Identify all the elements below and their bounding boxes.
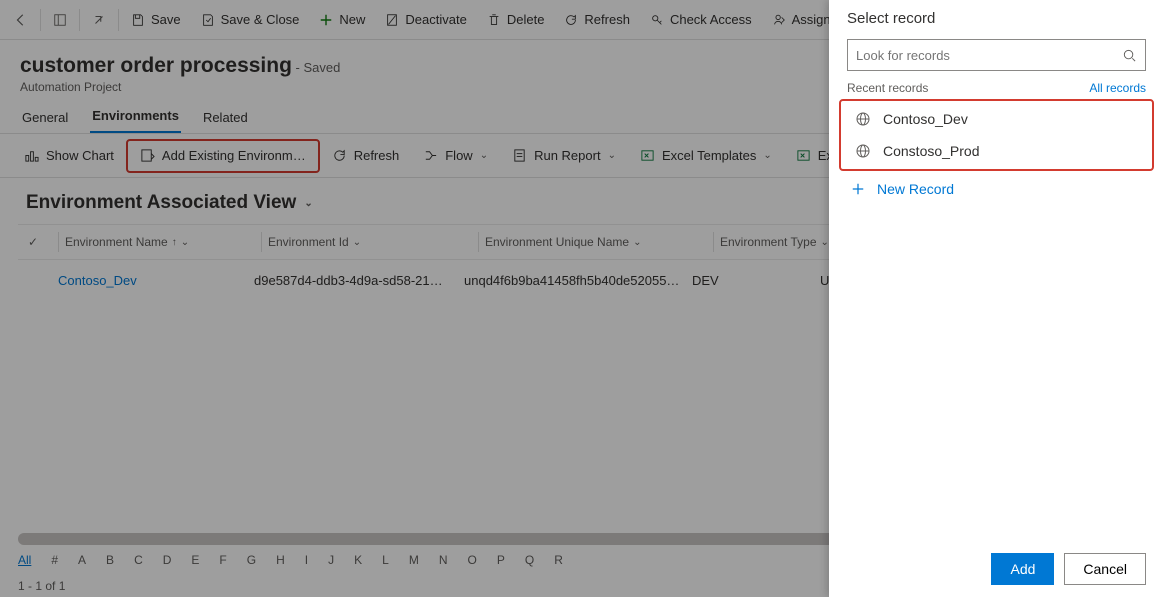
plus-icon: [851, 182, 865, 196]
new-record-button[interactable]: New Record: [829, 171, 1164, 207]
record-item[interactable]: Contoso_Dev: [841, 103, 1152, 135]
globe-icon: [855, 111, 871, 127]
record-name: Constoso_Prod: [883, 143, 980, 159]
cancel-button[interactable]: Cancel: [1064, 553, 1146, 585]
record-name: Contoso_Dev: [883, 111, 968, 127]
record-item[interactable]: Constoso_Prod: [841, 135, 1152, 167]
globe-icon: [855, 143, 871, 159]
recent-records-label: Recent records: [847, 81, 928, 95]
new-record-label: New Record: [877, 181, 954, 197]
panel-search[interactable]: [847, 39, 1146, 71]
panel-title: Select record: [829, 0, 1164, 35]
recent-records-box: Contoso_Dev Constoso_Prod: [839, 99, 1154, 171]
lookup-panel: Select record Recent records All records…: [829, 0, 1164, 597]
search-icon: [1122, 48, 1137, 63]
all-records-link[interactable]: All records: [1089, 81, 1146, 95]
search-input[interactable]: [856, 48, 1122, 63]
add-button[interactable]: Add: [991, 553, 1054, 585]
